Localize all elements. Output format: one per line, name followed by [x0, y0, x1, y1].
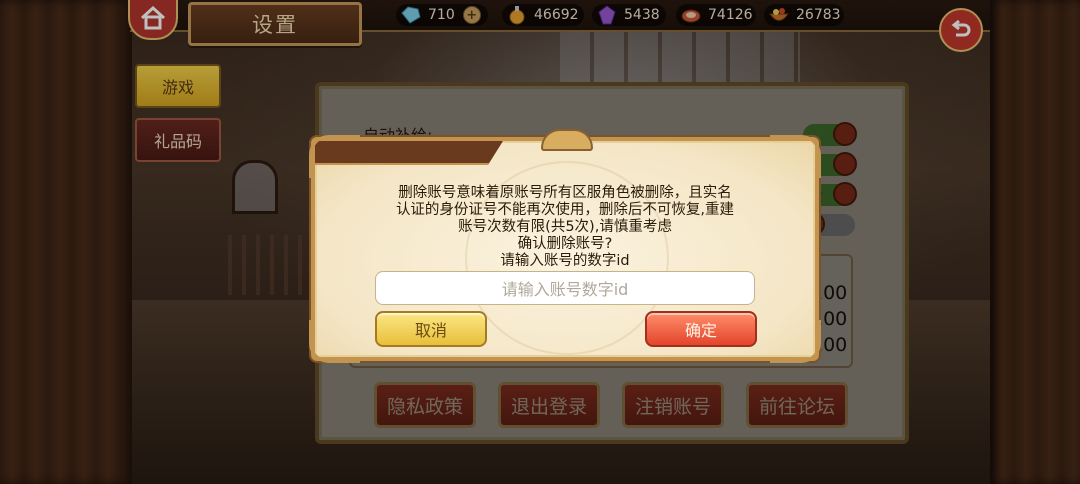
cancel-label: 取消: [414, 321, 447, 340]
corner-ornament: [770, 320, 821, 363]
confirm-button[interactable]: 确定: [645, 311, 757, 347]
corner-ornament: [309, 320, 360, 363]
message-line: 请输入账号的数字id: [500, 253, 630, 269]
message-line: 删除账号意味着原账号所有区服角色被删除，且实名: [398, 185, 732, 201]
corner-ornament: [770, 135, 821, 178]
delete-account-dialog: 删除账号意味着原账号所有区服角色被删除，且实名 认证的身份证号不能再次使用，删除…: [309, 129, 821, 363]
message-line: 认证的身份证号不能再次使用，删除后不可恢复,重建: [395, 202, 735, 218]
account-id-input[interactable]: 请输入账号数字id: [375, 271, 755, 305]
message-line: 账号次数有限(共5次),请慎重考虑: [458, 219, 672, 235]
message-line: 确认删除账号?: [517, 236, 613, 252]
dialog-top-ornament: [541, 129, 593, 151]
dialog-message: 删除账号意味着原账号所有区服角色被删除，且实名 认证的身份证号不能再次使用，删除…: [335, 185, 795, 270]
corner-ornament: [309, 135, 360, 178]
confirm-label: 确定: [684, 321, 717, 340]
account-id-placeholder: 请输入账号数字id: [501, 280, 629, 299]
cancel-button[interactable]: 取消: [375, 311, 487, 347]
